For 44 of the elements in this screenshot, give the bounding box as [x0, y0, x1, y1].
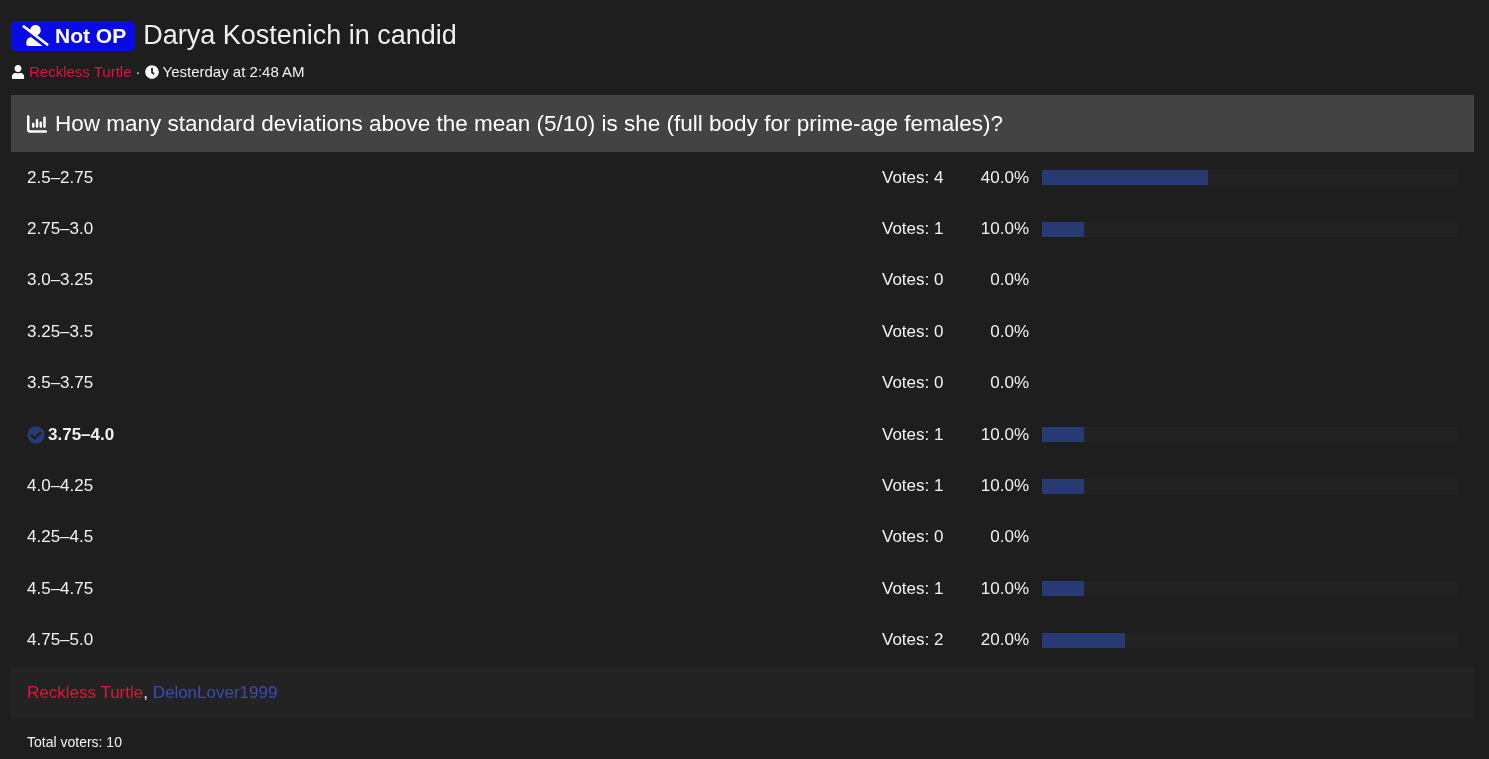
poll-question: How many standard deviations above the mean (5/10) is she (full body for prime-age females)?: [55, 110, 1003, 137]
post-time: Yesterday at 2:48 AM: [162, 63, 305, 80]
poll-option-label: 2.5–2.75: [27, 167, 94, 188]
vote-count: Votes: 1: [882, 424, 945, 445]
total-voters: Total voters: 10: [26, 732, 123, 750]
bar-chart-icon: [26, 113, 48, 134]
poll-option-label: 2.75–3.0: [27, 219, 94, 240]
user-icon: [11, 64, 25, 79]
not-op-badge: Not OP: [11, 20, 136, 51]
vote-count: Votes: 0: [882, 527, 945, 548]
vote-percent: 10.0%: [979, 578, 1029, 599]
vote-count: Votes: 0: [882, 321, 945, 342]
vote-percent: 10.0%: [979, 424, 1029, 445]
separator-dot: ·: [135, 63, 141, 80]
voter-list: Reckless Turtle, DelonLover1999: [27, 682, 278, 703]
vote-count: Votes: 1: [882, 219, 945, 240]
vote-count: Votes: 1: [882, 476, 945, 497]
vote-percent: 40.0%: [979, 167, 1029, 188]
vote-count: Votes: 0: [882, 373, 945, 394]
vote-percent: 0.0%: [989, 270, 1029, 291]
vote-percent: 0.0%: [989, 527, 1029, 548]
poll-option-label: 4.75–5.0: [27, 630, 94, 651]
clock-icon: [144, 64, 159, 79]
poll-option-label: 3.0–3.25: [27, 270, 94, 291]
vote-percent: 10.0%: [979, 219, 1029, 240]
vote-percent: 0.0%: [989, 373, 1029, 394]
vote-percent: 0.0%: [989, 321, 1029, 342]
vote-count: Votes: 0: [882, 270, 945, 291]
poll-option-label: 3.75–4.0: [48, 424, 115, 445]
vote-percent: 10.0%: [979, 476, 1029, 497]
poll-option-label: 4.5–4.75: [27, 578, 94, 599]
poll-option-label: 4.0–4.25: [27, 476, 94, 497]
vote-count: Votes: 4: [882, 167, 945, 188]
voter-link[interactable]: DelonLover1999: [152, 682, 278, 702]
user-slash-icon: [22, 25, 49, 46]
vote-count: Votes: 2: [882, 630, 945, 651]
poll-option-label: 4.25–4.5: [27, 527, 94, 548]
author-link[interactable]: Reckless Turtle: [29, 63, 132, 80]
vote-count: Votes: 1: [882, 578, 945, 599]
thread-title: Darya Kostenich in candid: [143, 20, 457, 51]
poll-option-label: 3.5–3.75: [27, 373, 94, 394]
vote-percent: 20.0%: [979, 630, 1029, 651]
poll-option-label: 3.25–3.5: [27, 321, 94, 342]
voter-link[interactable]: Reckless Turtle: [27, 682, 144, 702]
